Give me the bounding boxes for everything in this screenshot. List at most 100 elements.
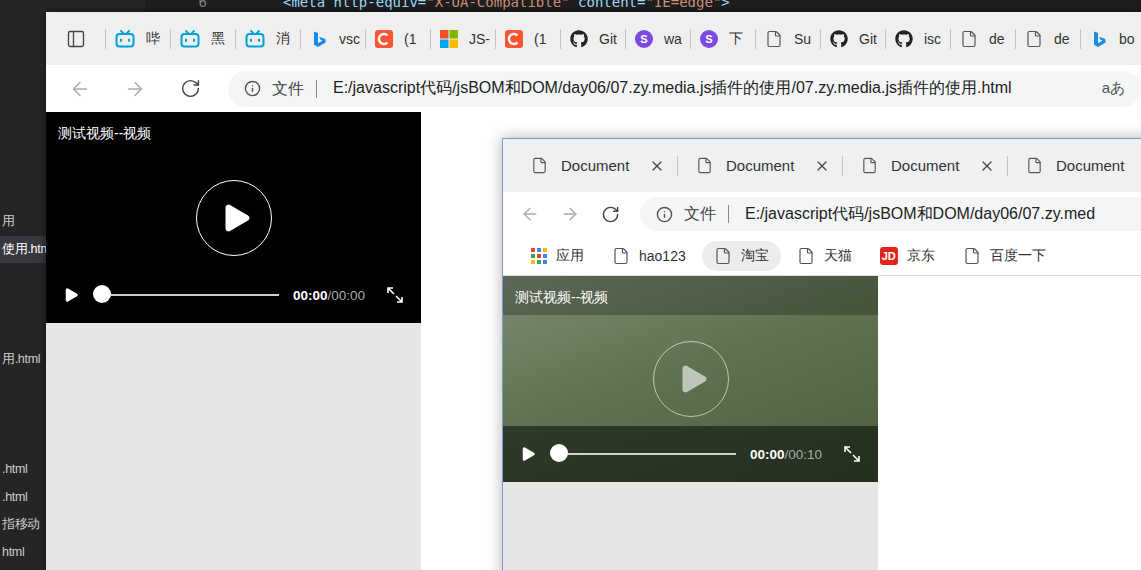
- reload-button[interactable]: [594, 198, 626, 230]
- browser-tab[interactable]: (1: [496, 21, 560, 57]
- github-icon: [570, 30, 588, 48]
- browser-tab[interactable]: de: [1016, 21, 1080, 57]
- browser-window: DocumentDocumentDocumentDocument文件E:/jav…: [502, 138, 1141, 570]
- browser-tab[interactable]: bo: [1081, 21, 1141, 57]
- browser-tab[interactable]: de: [951, 21, 1015, 57]
- browser-tab[interactable]: Document: [678, 147, 842, 185]
- document-icon: [963, 247, 981, 265]
- info-icon: [244, 80, 261, 97]
- tab-separator: [755, 29, 756, 49]
- browser-tab[interactable]: Git: [561, 21, 625, 57]
- bilibili-icon: [115, 30, 135, 48]
- bookmark[interactable]: 百度一下: [951, 241, 1058, 271]
- url-text[interactable]: E:/javascript代码/jsBOM和DOM/day06/07.zy.me…: [740, 204, 1141, 225]
- play-icon[interactable]: [62, 286, 80, 304]
- bilibili-icon: [245, 30, 265, 48]
- close-icon[interactable]: [814, 158, 830, 174]
- address-bar[interactable]: 文件 E:/javascript代码/jsBOM和DOM/day06/07.zy.…: [640, 197, 1141, 231]
- tab-separator: [885, 29, 886, 49]
- tab-separator: [495, 29, 496, 49]
- bing-icon: [1090, 30, 1108, 48]
- close-icon[interactable]: [649, 158, 665, 174]
- back-button[interactable]: [514, 198, 546, 230]
- fullscreen-icon[interactable]: [385, 285, 405, 305]
- big-play-button[interactable]: [653, 341, 729, 417]
- browser-tab[interactable]: Document: [513, 147, 677, 185]
- address-bar[interactable]: 文件E:/javascript代码/jsBOM和DOM/day06/07.zy.…: [228, 71, 1141, 107]
- browser-tab[interactable]: 黑: [171, 21, 235, 57]
- windows-icon: [440, 30, 458, 48]
- progress-bar[interactable]: [559, 453, 736, 455]
- video-title: 测试视频--视频: [503, 276, 878, 315]
- play-icon[interactable]: [519, 445, 537, 463]
- bookmark[interactable]: 应用: [519, 241, 596, 271]
- browser-tab[interactable]: Document: [843, 147, 1007, 185]
- bookmark[interactable]: JD京东: [868, 241, 947, 271]
- video-controls: 00:00/00:10: [503, 426, 878, 482]
- document-icon: [765, 30, 783, 48]
- document-icon: [861, 157, 878, 174]
- tab-separator: [105, 29, 106, 49]
- bookmark[interactable]: hao123: [600, 241, 698, 271]
- browser-tab[interactable]: isc: [886, 21, 950, 57]
- tab-separator: [560, 29, 561, 49]
- page-column: 测试视频--视频 00:00/00:00: [46, 112, 421, 570]
- video-controls: 00:00/00:00: [46, 267, 421, 323]
- progress-knob[interactable]: [550, 444, 568, 462]
- document-icon: [1025, 30, 1043, 48]
- page-content: 测试视频--视频 00:00/00:10: [503, 276, 1141, 570]
- back-arrow-icon: [69, 78, 91, 100]
- tab-separator: [1080, 29, 1081, 49]
- github-icon: [895, 30, 913, 48]
- video-player[interactable]: 测试视频--视频 00:00/00:00: [46, 112, 421, 323]
- tab-separator: [950, 29, 951, 49]
- browser-tab[interactable]: Swa: [626, 21, 690, 57]
- tab-separator: [677, 156, 678, 176]
- tab-separator: [235, 29, 236, 49]
- forward-button[interactable]: [117, 73, 153, 105]
- document-icon: [612, 247, 630, 265]
- tab-separator: [842, 156, 843, 176]
- browser-tab[interactable]: vsc: [301, 21, 365, 57]
- browser-tab[interactable]: JS-: [431, 21, 495, 57]
- progress-knob[interactable]: [93, 285, 111, 303]
- browser-tab[interactable]: Su: [756, 21, 820, 57]
- video-title: 测试视频--视频: [46, 112, 421, 151]
- bookmarks-bar: 应用hao123淘宝天猫JD京东百度一下: [503, 236, 1141, 276]
- info-icon: [656, 206, 673, 223]
- sidebar-button[interactable]: [60, 23, 92, 55]
- progress-bar[interactable]: [102, 294, 279, 296]
- video-time: 00:00/00:10: [750, 447, 822, 462]
- browser-tab[interactable]: S下: [691, 21, 755, 57]
- translate-button[interactable]: aあ: [1092, 79, 1141, 98]
- document-icon: [797, 247, 815, 265]
- bookmark[interactable]: 淘宝: [702, 241, 781, 271]
- reload-button[interactable]: [172, 73, 208, 105]
- tab-separator: [1007, 156, 1008, 176]
- forward-arrow-icon: [560, 204, 580, 224]
- document-icon: [696, 157, 713, 174]
- sidebar-icon: [66, 29, 86, 49]
- tab-separator: [625, 29, 626, 49]
- bookmark[interactable]: 天猫: [785, 241, 864, 271]
- close-icon[interactable]: [979, 158, 995, 174]
- csdn-icon: [375, 30, 393, 48]
- code-line: 6<meta http-equiv="X-UA-Compatible" cont…: [145, 0, 1141, 11]
- fullscreen-icon[interactable]: [842, 444, 862, 464]
- play-icon: [675, 361, 711, 397]
- s-logo-icon: S: [635, 30, 653, 48]
- toolbar: 文件E:/javascript代码/jsBOM和DOM/day06/07.zy.…: [46, 65, 1141, 112]
- big-play-button[interactable]: [196, 180, 272, 256]
- url-scheme: 文件: [684, 205, 729, 223]
- browser-tab[interactable]: (1: [366, 21, 430, 57]
- browser-tab[interactable]: 消: [236, 21, 300, 57]
- tab-separator: [300, 29, 301, 49]
- forward-button[interactable]: [554, 198, 586, 230]
- browser-tab[interactable]: Git: [821, 21, 885, 57]
- forward-arrow-icon: [124, 78, 146, 100]
- video-player[interactable]: 测试视频--视频 00:00/00:10: [503, 276, 878, 482]
- back-button[interactable]: [62, 73, 98, 105]
- url-text[interactable]: E:/javascript代码/jsBOM和DOM/day06/07.zy.me…: [328, 78, 1081, 99]
- browser-tab[interactable]: Document: [1008, 147, 1141, 185]
- browser-tab[interactable]: 哔: [106, 21, 170, 57]
